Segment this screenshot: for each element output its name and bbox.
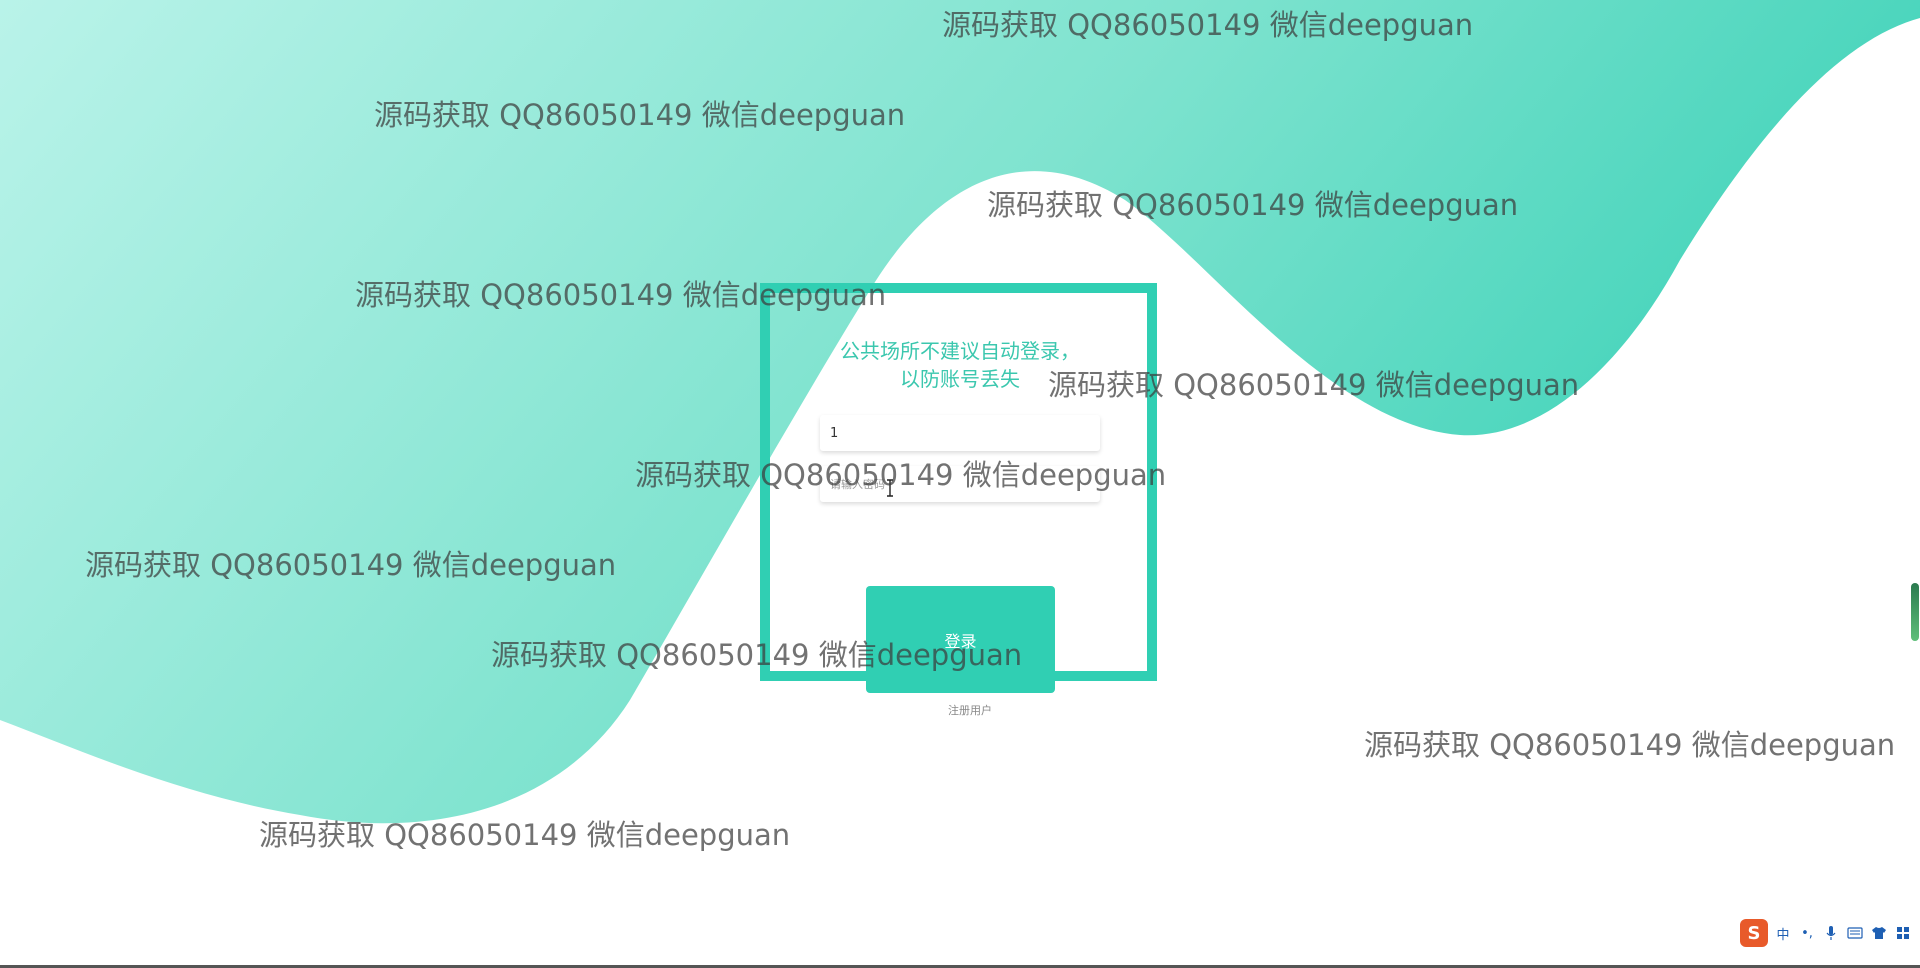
login-hint: 公共场所不建议自动登录， 以防账号丢失 (815, 337, 1105, 393)
hint-line-2: 以防账号丢失 (900, 367, 1020, 391)
register-link[interactable]: 注册用户 (930, 702, 1010, 718)
ime-mode-toggle[interactable]: 中 (1774, 923, 1792, 943)
sogou-logo-icon[interactable]: S (1740, 919, 1768, 947)
login-button[interactable]: 登录 (866, 586, 1055, 693)
shirt-icon[interactable] (1870, 923, 1888, 943)
microphone-icon[interactable] (1822, 923, 1840, 943)
ime-toolbar: S 中 •, (1740, 918, 1912, 948)
username-input[interactable] (820, 415, 1100, 451)
keyboard-icon[interactable] (1846, 923, 1864, 943)
grid-icon[interactable] (1894, 923, 1912, 943)
text-cursor-icon (887, 479, 893, 497)
scrollbar-thumb[interactable] (1911, 583, 1919, 641)
ime-punctuation-toggle[interactable]: •, (1798, 923, 1816, 943)
password-input[interactable] (820, 466, 1100, 502)
hint-line-1: 公共场所不建议自动登录， (840, 339, 1080, 363)
